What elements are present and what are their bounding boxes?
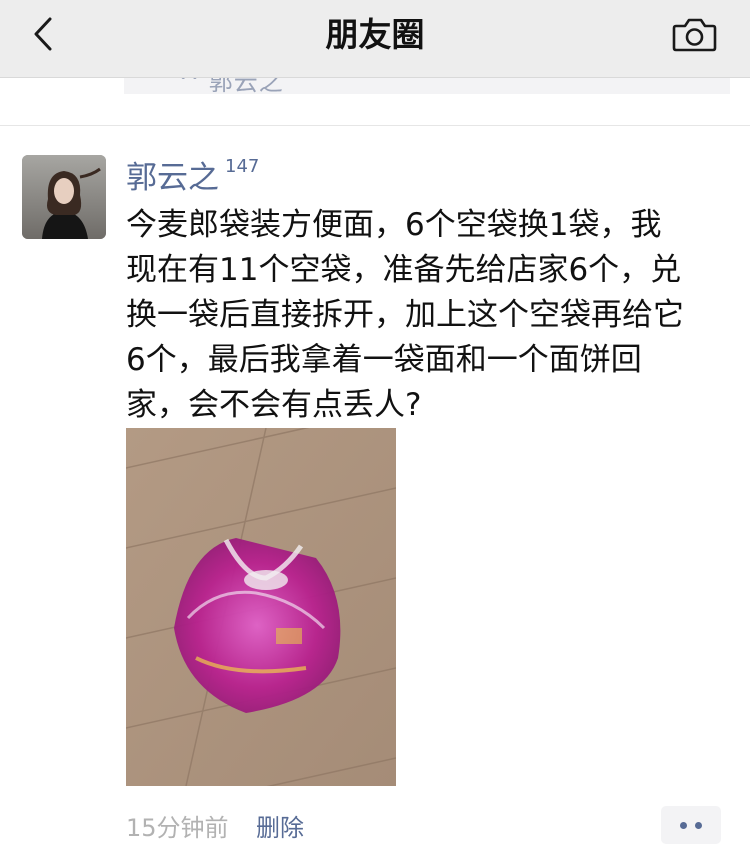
avatar[interactable]: [22, 155, 106, 239]
delete-link[interactable]: 删除: [256, 808, 304, 843]
camera-icon: [672, 18, 717, 52]
content-line: 家，会不会有点丢人?: [126, 387, 422, 423]
content-line: 换一袋后直接拆开，加上这个空袋再给它: [126, 297, 684, 333]
content-line: 今麦郎袋装方便面，6个空袋换1袋，我: [126, 207, 662, 243]
post-photo[interactable]: [125, 407, 397, 819]
post-content: 今麦郎袋装方便面，6个空袋换1袋，我 现在有11个空袋，准备先给店家6个，兑 换…: [126, 203, 726, 428]
post-timestamp: 15分钟前: [126, 814, 229, 842]
author-name-text: 郭云之: [126, 160, 219, 196]
camera-button[interactable]: [670, 14, 718, 58]
photo-noodle-bag: [125, 407, 397, 819]
nav-bar: 朋友圈: [0, 0, 750, 78]
content-line: 现在有11个空袋，准备先给店家6个，兑: [126, 252, 682, 288]
post-divider: [0, 125, 750, 126]
author-badge: 147: [225, 156, 260, 177]
page-title: 朋友圈: [325, 15, 425, 54]
author-name[interactable]: 郭云之 147: [126, 152, 259, 197]
more-actions-button[interactable]: [661, 806, 721, 844]
avatar-image: [22, 155, 106, 239]
content-line: 6个，最后我拿着一袋面和一个面饼回: [126, 342, 642, 378]
